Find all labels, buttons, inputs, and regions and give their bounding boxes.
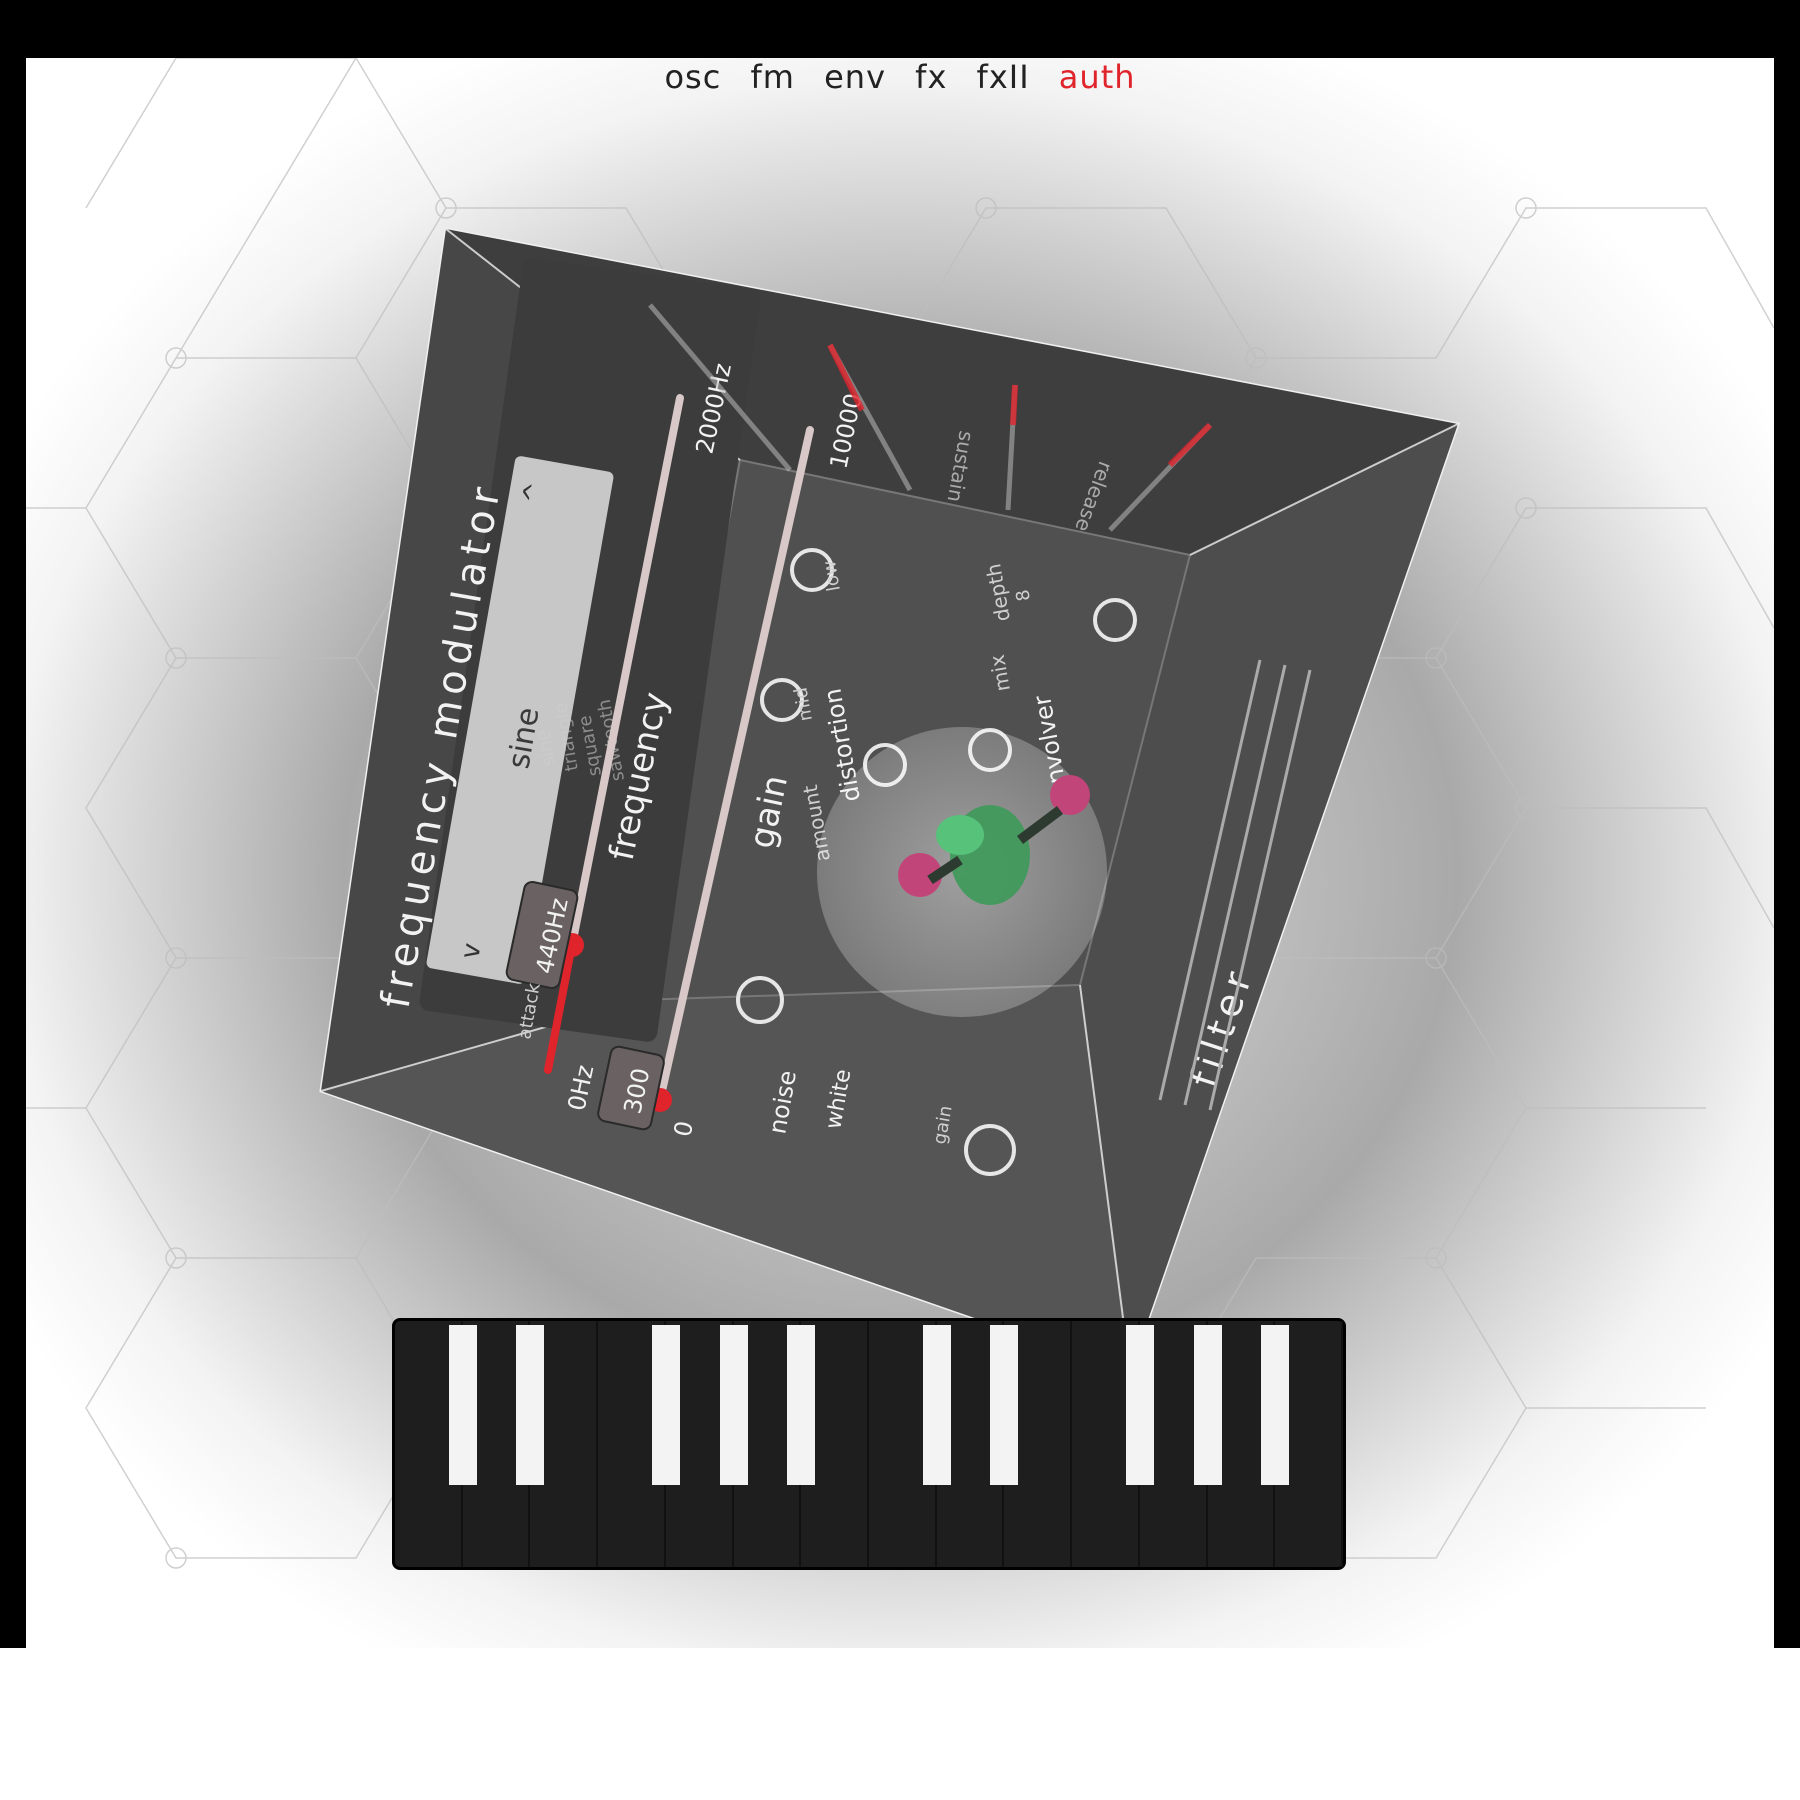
black-key[interactable] (1125, 1325, 1154, 1485)
black-key[interactable] (651, 1325, 680, 1485)
black-key[interactable] (990, 1325, 1019, 1485)
black-key[interactable] (787, 1325, 816, 1485)
black-key[interactable] (1193, 1325, 1222, 1485)
black-key[interactable] (1261, 1325, 1290, 1485)
black-key[interactable] (719, 1325, 748, 1485)
piano-keyboard (392, 1318, 1346, 1570)
black-key[interactable] (516, 1325, 545, 1485)
black-key[interactable] (922, 1325, 951, 1485)
black-key[interactable] (448, 1325, 477, 1485)
